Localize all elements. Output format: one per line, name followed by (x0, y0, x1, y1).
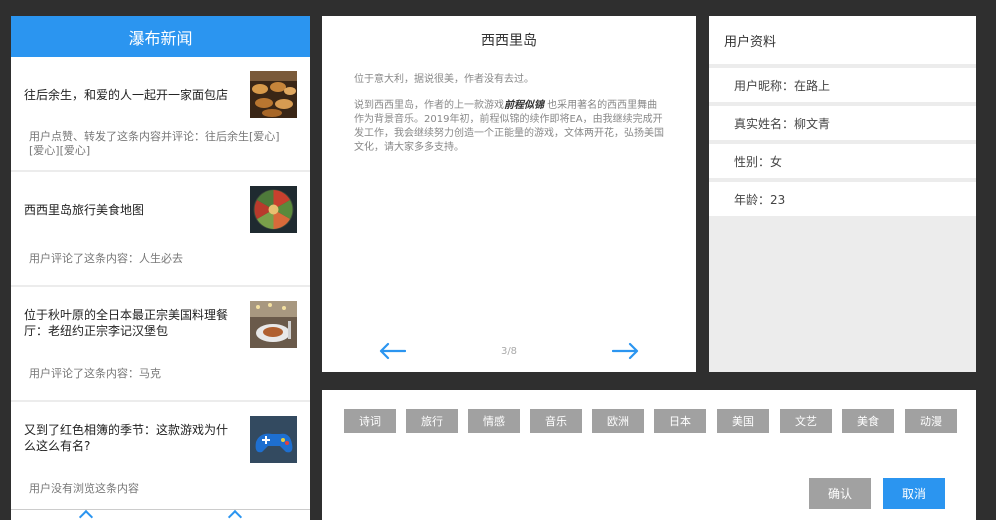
profile-nickname: 用户昵称：在路上 (709, 68, 976, 102)
feed-item-title[interactable]: 往后余生，和爱的人一起开一家面包店 (24, 87, 239, 103)
article-paragraph: 位于意大利，据说很美，作者没有去过。 (354, 74, 534, 85)
tag-button[interactable]: 美国 (717, 409, 769, 433)
article-paragraph: 说到西西里岛，作者的上一款游戏前程似锦 也采用著名的西西里舞曲作为背景音乐。20… (354, 99, 664, 155)
feed-item-comment: 用户评论了这条内容：马克 (29, 367, 161, 380)
feed-item[interactable]: 西西里岛旅行美食地图 用户评论了这条内容：人生必去 (11, 172, 310, 285)
profile-title: 用户资料 (709, 16, 976, 64)
feed-item-comment: 用户点赞、转发了这条内容并评论：往后余生[爱心][爱心][爱心] (29, 130, 280, 157)
tag-button[interactable]: 美食 (842, 409, 894, 433)
arrow-right-icon[interactable] (611, 342, 640, 360)
game-title: 前程似锦 (504, 100, 544, 111)
article-body: 位于意大利，据说很美，作者没有去过。 说到西西里岛，作者的上一款游戏前程似锦 也… (354, 73, 664, 167)
confirm-button[interactable]: 确认 (809, 478, 871, 509)
feed-item-title[interactable]: 位于秋叶原的全日本最正宗美国料理餐厅：老纽约正宗李记汉堡包 (24, 307, 239, 339)
tag-button[interactable]: 情感 (468, 409, 520, 433)
feed-item-comment: 用户评论了这条内容：人生必去 (29, 252, 183, 265)
food-platter-thumbnail[interactable] (250, 186, 297, 233)
tag-button[interactable]: 文艺 (780, 409, 832, 433)
tag-button[interactable]: 旅行 (406, 409, 458, 433)
tag-button[interactable]: 音乐 (530, 409, 582, 433)
user-profile-panel: 用户资料 用户昵称：在路上 真实姓名：柳文青 性别：女 年龄：23 (709, 16, 976, 372)
tag-button[interactable]: 欧洲 (592, 409, 644, 433)
feed-item[interactable]: 又到了红色相簿的季节：这款游戏为什么这么有名? 用户没有浏览这条内容 (11, 402, 310, 515)
chevron-left-icon[interactable] (78, 509, 94, 520)
article-panel: 西西里岛 位于意大利，据说很美，作者没有去过。 说到西西里岛，作者的上一款游戏前… (322, 16, 696, 372)
article-title: 西西里岛 (481, 33, 537, 49)
article-text: 说到西西里岛，作者的上一款游戏 (354, 100, 504, 111)
feed-title: 瀑布新闻 (11, 16, 310, 57)
tag-button[interactable]: 诗词 (344, 409, 396, 433)
profile-gender: 性别：女 (709, 144, 976, 178)
feed-item-title[interactable]: 又到了红色相簿的季节：这款游戏为什么这么有名? (24, 422, 239, 454)
tag-selection-panel: 诗词 旅行 情感 音乐 欧洲 日本 美国 文艺 美食 动漫 确认 取消 (322, 390, 976, 520)
news-feed-panel: 瀑布新闻 往后余生，和爱的人一起开一家面包店 用户点赞、转发了这条内容并评论：往… (11, 16, 310, 520)
profile-age: 年龄：23 (709, 182, 976, 216)
feed-pagination (11, 509, 310, 520)
profile-real-name: 真实姓名：柳文青 (709, 106, 976, 140)
restaurant-thumbnail[interactable] (250, 301, 297, 348)
cancel-button[interactable]: 取消 (883, 478, 945, 509)
feed-item[interactable]: 往后余生，和爱的人一起开一家面包店 用户点赞、转发了这条内容并评论：往后余生[爱… (11, 57, 310, 170)
game-controller-thumbnail[interactable] (250, 416, 297, 463)
feed-item-comment: 用户没有浏览这条内容 (29, 482, 139, 495)
tag-button[interactable]: 日本 (654, 409, 706, 433)
feed-item-title[interactable]: 西西里岛旅行美食地图 (24, 202, 239, 218)
chevron-right-icon[interactable] (227, 509, 243, 520)
tag-button[interactable]: 动漫 (905, 409, 957, 433)
feed-item[interactable]: 位于秋叶原的全日本最正宗美国料理餐厅：老纽约正宗李记汉堡包 用户评论了这条内容：… (11, 287, 310, 400)
bakery-thumbnail[interactable] (250, 71, 297, 118)
feed-list: 往后余生，和爱的人一起开一家面包店 用户点赞、转发了这条内容并评论：往后余生[爱… (11, 57, 310, 517)
